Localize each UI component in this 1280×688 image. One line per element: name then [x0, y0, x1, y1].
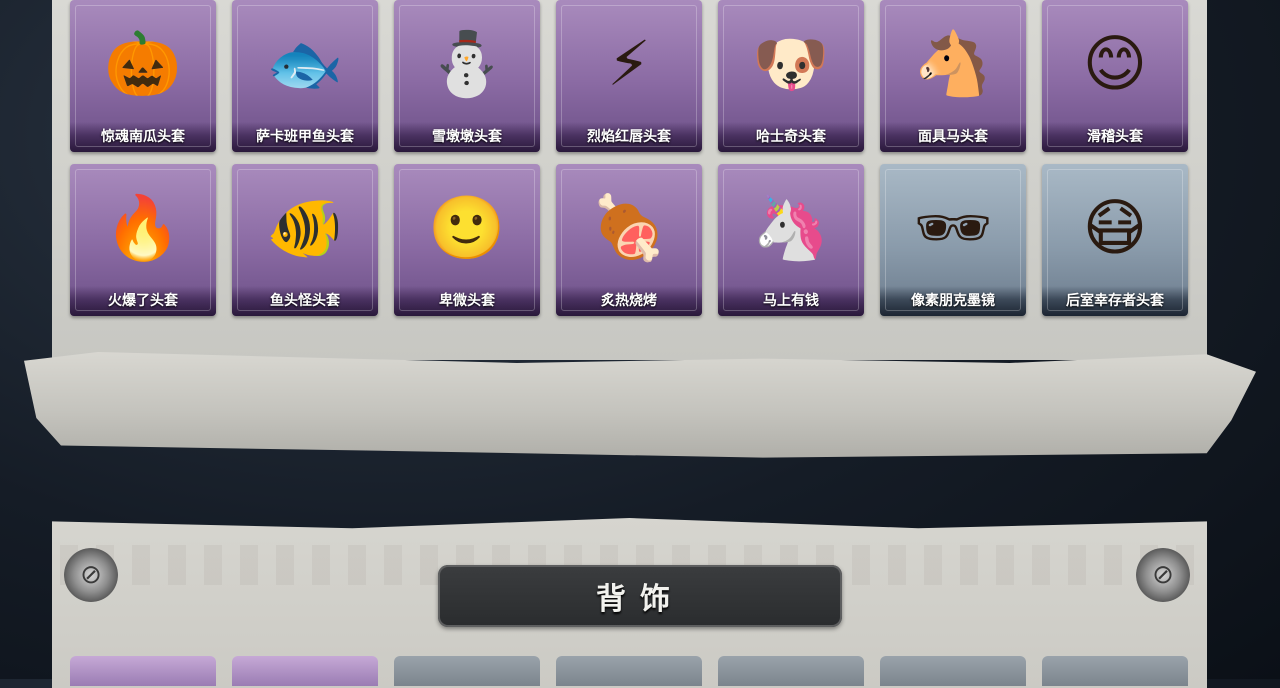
gas-mask-icon: 😷 — [1082, 191, 1148, 265]
dog-icon: 🐶 — [752, 26, 830, 100]
item-label: 烈焰红唇头套 — [556, 122, 702, 152]
item-card[interactable] — [556, 656, 702, 686]
item-label: 惊魂南瓜头套 — [70, 122, 216, 152]
section-title-banner: 背饰 — [438, 565, 842, 627]
pikachu-mask-icon: ⚡ — [607, 27, 651, 101]
humble-face-icon: 🙂 — [428, 190, 506, 264]
item-label: 炙热烧烤 — [556, 286, 702, 316]
headwear-row-2: 🔥 火爆了头套 🐠 鱼头怪头套 🙂 卑微头套 🍖 炙热烧烤 🦄 马上有钱 🕶 像素朋克墨镜 😷 后室幸存者… — [70, 164, 1188, 316]
horse-icon: 🐴 — [914, 26, 992, 100]
headwear-row-1: 🎃 惊魂南瓜头套 🐟 萨卡班甲鱼头套 ⛄ 雪墩墩头套 ⚡ 烈焰红唇头套 🐶 哈士奇头套 🐴 面具马头套… — [70, 0, 1188, 152]
item-card[interactable] — [394, 656, 540, 686]
item-card[interactable]: ⛄ 雪墩墩头套 — [394, 0, 540, 152]
item-label: 马上有钱 — [718, 286, 864, 316]
fish-head-icon: 🐠 — [266, 190, 344, 264]
item-label: 雪墩墩头套 — [394, 122, 540, 152]
smiley-icon: 😊 — [1082, 27, 1148, 101]
item-card[interactable]: 🕶 像素朋克墨镜 — [880, 164, 1026, 316]
item-card[interactable] — [232, 656, 378, 686]
ornament-right-icon: ⊘ — [1136, 548, 1190, 602]
item-label: 卑微头套 — [394, 286, 540, 316]
item-card[interactable]: 🍖 炙热烧烤 — [556, 164, 702, 316]
item-card[interactable]: 🦄 马上有钱 — [718, 164, 864, 316]
item-card[interactable] — [70, 656, 216, 686]
item-label: 滑稽头套 — [1042, 122, 1188, 152]
item-card[interactable]: 🐟 萨卡班甲鱼头套 — [232, 0, 378, 152]
item-card[interactable] — [880, 656, 1026, 686]
item-card[interactable] — [1042, 656, 1188, 686]
item-label: 面具马头套 — [880, 122, 1026, 152]
snowman-icon: ⛄ — [428, 26, 506, 100]
item-label: 鱼头怪头套 — [232, 286, 378, 316]
pony-icon: 🦄 — [752, 190, 830, 264]
item-card[interactable]: 🙂 卑微头套 — [394, 164, 540, 316]
item-card[interactable]: 😷 后室幸存者头套 — [1042, 164, 1188, 316]
section-title: 背饰 — [596, 582, 684, 617]
pixel-sunglasses-icon: 🕶 — [913, 190, 993, 264]
item-label: 萨卡班甲鱼头套 — [232, 122, 378, 152]
item-card[interactable]: 🔥 火爆了头套 — [70, 164, 216, 316]
item-label: 后室幸存者头套 — [1042, 286, 1188, 316]
pumpkin-icon: 🎃 — [104, 26, 182, 100]
fire-icon: 🔥 — [104, 190, 182, 264]
item-label: 火爆了头套 — [70, 286, 216, 316]
item-card[interactable]: ⚡ 烈焰红唇头套 — [556, 0, 702, 152]
item-card[interactable]: 🎃 惊魂南瓜头套 — [70, 0, 216, 152]
item-card[interactable] — [718, 656, 864, 686]
ornament-left-icon: ⊘ — [64, 548, 118, 602]
fish-icon: 🐟 — [266, 26, 344, 100]
item-card[interactable]: 🐴 面具马头套 — [880, 0, 1026, 152]
scroll-edge-decoration — [24, 352, 1256, 458]
item-label: 像素朋克墨镜 — [880, 286, 1026, 316]
back-accessory-row — [70, 656, 1188, 686]
item-label: 哈士奇头套 — [718, 122, 864, 152]
item-card[interactable]: 🐶 哈士奇头套 — [718, 0, 864, 152]
bbq-meat-icon: 🍖 — [590, 190, 668, 264]
item-card[interactable]: 😊 滑稽头套 — [1042, 0, 1188, 152]
item-card[interactable]: 🐠 鱼头怪头套 — [232, 164, 378, 316]
